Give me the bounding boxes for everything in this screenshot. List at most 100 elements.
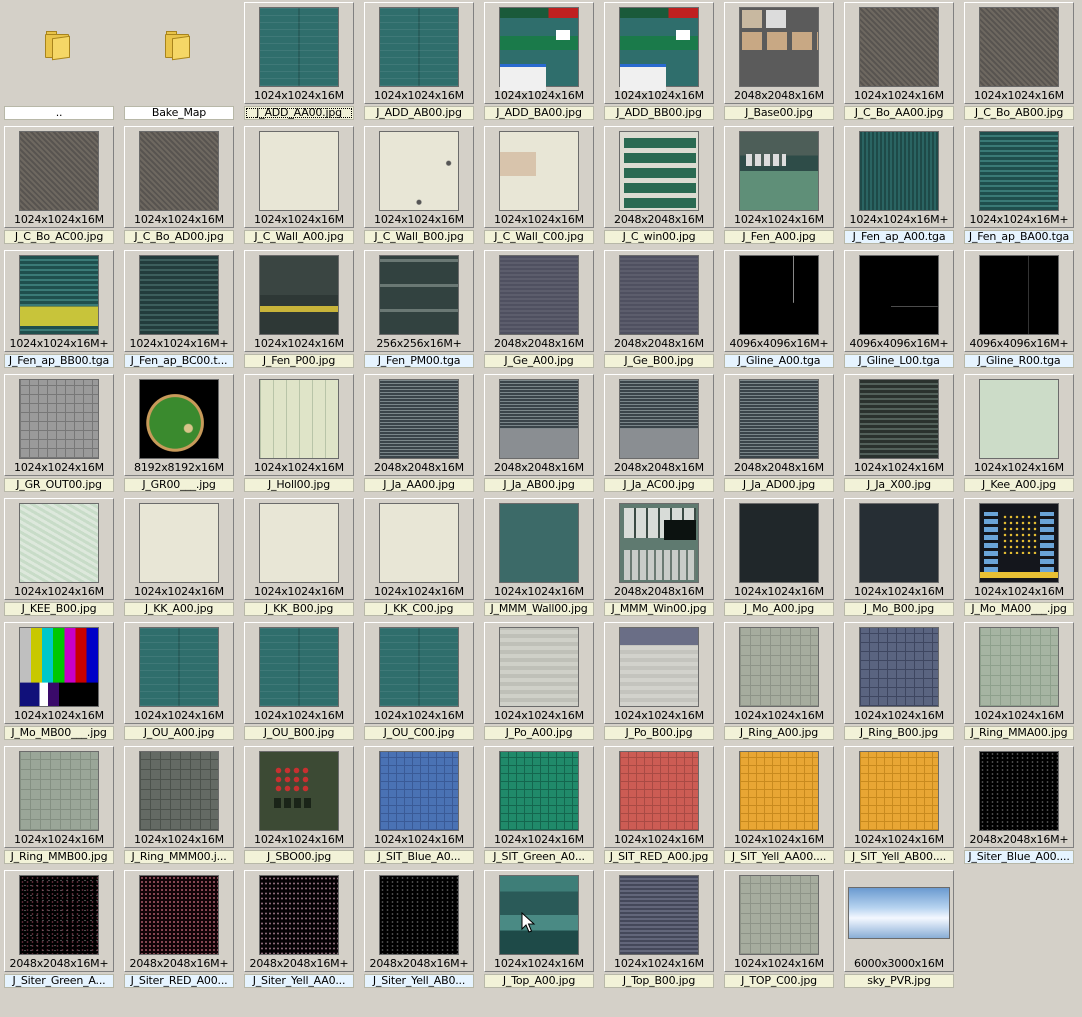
file-name-label[interactable]: J_Gline_L00.tga <box>844 354 954 368</box>
file-name-label[interactable]: J_Ring_MMM00.j... <box>124 850 234 864</box>
file-thumbnail-item[interactable]: 1024x1024x16M J_Ring_MMB00.jpg <box>4 746 114 866</box>
file-name-label[interactable]: J_Po_B00.jpg <box>604 726 714 740</box>
file-thumbnail-item[interactable]: 1024x1024x16M J_Mo_B00.jpg <box>844 498 954 618</box>
file-thumbnail-item[interactable]: 1024x1024x16M J_SIT_RED_A00.jpg <box>604 746 714 866</box>
file-name-label[interactable]: J_Ring_MMB00.jpg <box>4 850 114 864</box>
file-name-label[interactable]: J_Ring_B00.jpg <box>844 726 954 740</box>
file-thumbnail-item[interactable]: 1024x1024x16M J_Ring_B00.jpg <box>844 622 954 742</box>
file-thumbnail-item[interactable]: 1024x1024x16M J_Top_A00.jpg <box>484 870 594 990</box>
file-name-label[interactable]: J_KK_B00.jpg <box>244 602 354 616</box>
file-name-label[interactable]: sky_PVR.jpg <box>844 974 954 988</box>
file-thumbnail-item[interactable]: 1024x1024x16M+ J_Fen_ap_BB00.tga <box>4 250 114 370</box>
file-name-label[interactable]: J_Mo_MA00___.jpg <box>964 602 1074 616</box>
file-name-label[interactable]: J_C_Wall_B00.jpg <box>364 230 474 244</box>
file-thumbnail-item[interactable]: 1024x1024x16M J_OU_A00.jpg <box>124 622 234 742</box>
file-thumbnail-item[interactable]: 2048x2048x16M+ J_Siter_RED_A00... <box>124 870 234 990</box>
file-name-label[interactable]: J_Po_A00.jpg <box>484 726 594 740</box>
file-thumbnail-item[interactable]: 1024x1024x16M J_Mo_MB00___.jpg <box>4 622 114 742</box>
file-name-label[interactable]: J_SIT_Yell_AB00.... <box>844 850 954 864</box>
file-thumbnail-item[interactable]: 2048x2048x16M J_Ge_B00.jpg <box>604 250 714 370</box>
file-name-label[interactable]: J_Siter_Yell_AA0... <box>244 974 354 988</box>
file-thumbnail-item[interactable]: 1024x1024x16M J_KEE_B00.jpg <box>4 498 114 618</box>
file-thumbnail-item[interactable]: 1024x1024x16M J_C_Bo_AB00.jpg <box>964 2 1074 122</box>
file-name-label[interactable]: J_OU_A00.jpg <box>124 726 234 740</box>
file-name-label[interactable]: J_Ja_AD00.jpg <box>724 478 834 492</box>
file-thumbnail-item[interactable]: 1024x1024x16M J_Mo_MA00___.jpg <box>964 498 1074 618</box>
file-name-label[interactable]: J_OU_C00.jpg <box>364 726 474 740</box>
file-thumbnail-item[interactable]: 256x256x16M+ J_Fen_PM00.tga <box>364 250 474 370</box>
file-name-label[interactable]: J_Fen_PM00.tga <box>364 354 474 368</box>
file-thumbnail-item[interactable]: 1024x1024x16M J_Holl00.jpg <box>244 374 354 494</box>
file-thumbnail-item[interactable]: 1024x1024x16M J_Fen_A00.jpg <box>724 126 834 246</box>
file-name-label[interactable]: J_ADD_BA00.jpg <box>484 106 594 120</box>
file-thumbnail-item[interactable]: 1024x1024x16M J_C_Wall_C00.jpg <box>484 126 594 246</box>
file-thumbnail-item[interactable]: 1024x1024x16M J_ADD_AA00.jpg <box>244 2 354 122</box>
file-name-label[interactable]: Bake_Map <box>124 106 234 120</box>
folder-item[interactable]: .. <box>4 2 114 122</box>
file-name-label[interactable]: J_SBO00.jpg <box>244 850 354 864</box>
file-name-label[interactable]: J_Ring_A00.jpg <box>724 726 834 740</box>
file-thumbnail-item[interactable]: 1024x1024x16M J_C_Bo_AA00.jpg <box>844 2 954 122</box>
file-name-label[interactable]: J_C_Bo_AB00.jpg <box>964 106 1074 120</box>
file-thumbnail-item[interactable]: 1024x1024x16M J_Po_B00.jpg <box>604 622 714 742</box>
file-name-label[interactable]: J_Kee_A00.jpg <box>964 478 1074 492</box>
file-thumbnail-item[interactable]: 4096x4096x16M+ J_Gline_L00.tga <box>844 250 954 370</box>
file-name-label[interactable]: J_SIT_Green_A0... <box>484 850 594 864</box>
file-name-label[interactable]: J_KK_C00.jpg <box>364 602 474 616</box>
file-thumbnail-item[interactable]: 2048x2048x16M+ J_Siter_Green_A... <box>4 870 114 990</box>
file-thumbnail-item[interactable]: 2048x2048x16M J_Ja_AB00.jpg <box>484 374 594 494</box>
file-thumbnail-item[interactable]: 2048x2048x16M J_C_win00.jpg <box>604 126 714 246</box>
file-thumbnail-item[interactable]: 1024x1024x16M J_KK_A00.jpg <box>124 498 234 618</box>
file-thumbnail-item[interactable]: 1024x1024x16M J_SIT_Green_A0... <box>484 746 594 866</box>
folder-item[interactable]: Bake_Map <box>124 2 234 122</box>
file-name-label[interactable]: J_MMM_Wall00.jpg <box>484 602 594 616</box>
file-thumbnail-item[interactable]: 2048x2048x16M J_Ja_AD00.jpg <box>724 374 834 494</box>
file-thumbnail-item[interactable]: 1024x1024x16M J_C_Bo_AC00.jpg <box>4 126 114 246</box>
file-thumbnail-item[interactable]: 1024x1024x16M J_ADD_AB00.jpg <box>364 2 474 122</box>
file-name-label[interactable]: J_Siter_Green_A... <box>4 974 114 988</box>
file-name-label[interactable]: J_GR00___.jpg <box>124 478 234 492</box>
file-thumbnail-item[interactable]: 1024x1024x16M J_KK_B00.jpg <box>244 498 354 618</box>
file-thumbnail-item[interactable]: 4096x4096x16M+ J_Gline_A00.tga <box>724 250 834 370</box>
file-name-label[interactable]: J_C_Wall_C00.jpg <box>484 230 594 244</box>
file-thumbnail-item[interactable]: 1024x1024x16M J_Po_A00.jpg <box>484 622 594 742</box>
file-name-label[interactable]: J_Top_B00.jpg <box>604 974 714 988</box>
file-thumbnail-item[interactable]: 2048x2048x16M J_Ja_AA00.jpg <box>364 374 474 494</box>
file-name-label[interactable]: J_Ge_B00.jpg <box>604 354 714 368</box>
file-name-label[interactable]: J_OU_B00.jpg <box>244 726 354 740</box>
file-name-label[interactable]: J_C_Bo_AC00.jpg <box>4 230 114 244</box>
file-name-label[interactable]: J_Siter_RED_A00... <box>124 974 234 988</box>
file-thumbnail-item[interactable]: 2048x2048x16M J_Ja_AC00.jpg <box>604 374 714 494</box>
file-name-label[interactable]: J_C_win00.jpg <box>604 230 714 244</box>
file-name-label[interactable]: J_MMM_Win00.jpg <box>604 602 714 616</box>
file-thumbnail-item[interactable]: 1024x1024x16M J_Kee_A00.jpg <box>964 374 1074 494</box>
file-name-label[interactable]: J_TOP_C00.jpg <box>724 974 834 988</box>
file-thumbnail-item[interactable]: 1024x1024x16M J_ADD_BB00.jpg <box>604 2 714 122</box>
file-thumbnail-item[interactable]: 1024x1024x16M+ J_Fen_ap_A00.tga <box>844 126 954 246</box>
file-thumbnail-item[interactable]: 6000x3000x16M sky_PVR.jpg <box>844 870 954 990</box>
file-thumbnail-item[interactable]: 1024x1024x16M J_GR_OUT00.jpg <box>4 374 114 494</box>
file-thumbnail-item[interactable]: 2048x2048x16M+ J_Siter_Yell_AB0... <box>364 870 474 990</box>
file-name-label[interactable]: J_Ja_AB00.jpg <box>484 478 594 492</box>
file-thumbnail-item[interactable]: 1024x1024x16M+ J_Fen_ap_BA00.tga <box>964 126 1074 246</box>
file-thumbnail-item[interactable]: 1024x1024x16M J_Ring_A00.jpg <box>724 622 834 742</box>
file-name-label[interactable]: J_Ring_MMA00.jpg <box>964 726 1074 740</box>
file-name-label[interactable]: J_KEE_B00.jpg <box>4 602 114 616</box>
file-thumbnail-item[interactable]: 1024x1024x16M J_MMM_Wall00.jpg <box>484 498 594 618</box>
file-name-label[interactable]: J_KK_A00.jpg <box>124 602 234 616</box>
file-thumbnail-item[interactable]: 1024x1024x16M J_Fen_P00.jpg <box>244 250 354 370</box>
file-name-label[interactable]: J_SIT_Yell_AA00.... <box>724 850 834 864</box>
file-name-label[interactable]: J_Mo_A00.jpg <box>724 602 834 616</box>
file-name-label[interactable]: J_Ja_AA00.jpg <box>364 478 474 492</box>
file-thumbnail-item[interactable]: 4096x4096x16M+ J_Gline_R00.tga <box>964 250 1074 370</box>
file-name-label[interactable]: J_Fen_ap_BA00.tga <box>964 230 1074 244</box>
file-thumbnail-item[interactable]: 1024x1024x16M J_C_Wall_B00.jpg <box>364 126 474 246</box>
file-thumbnail-item[interactable]: 1024x1024x16M J_Ring_MMA00.jpg <box>964 622 1074 742</box>
file-name-label[interactable]: .. <box>4 106 114 120</box>
file-name-label[interactable]: J_Gline_R00.tga <box>964 354 1074 368</box>
file-thumbnail-item[interactable]: 1024x1024x16M J_TOP_C00.jpg <box>724 870 834 990</box>
file-thumbnail-item[interactable]: 1024x1024x16M J_C_Bo_AD00.jpg <box>124 126 234 246</box>
file-name-label[interactable]: J_SIT_Blue_A0... <box>364 850 474 864</box>
file-name-label[interactable]: J_Mo_MB00___.jpg <box>4 726 114 740</box>
file-thumbnail-item[interactable]: 1024x1024x16M J_C_Wall_A00.jpg <box>244 126 354 246</box>
